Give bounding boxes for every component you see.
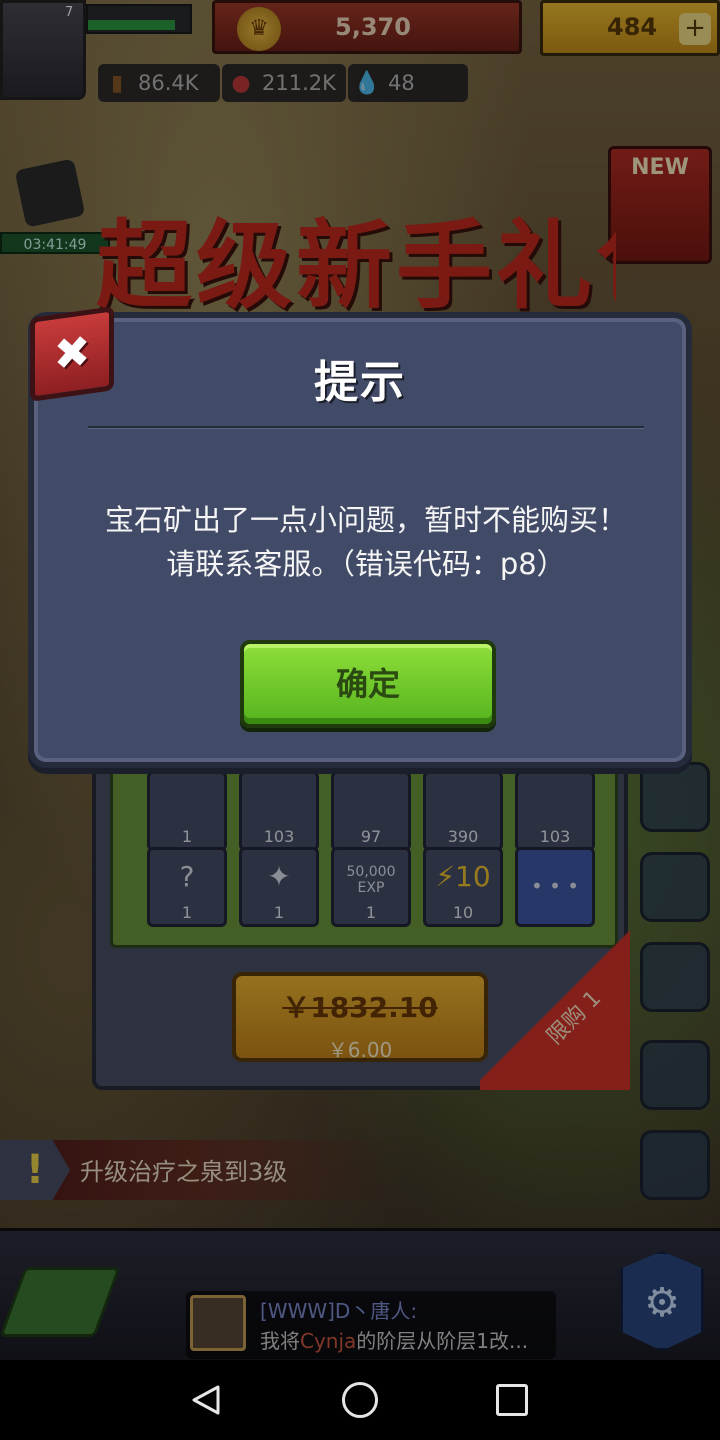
- dialog-message: 宝石矿出了一点小问题，暂时不能购买！ 请联系客服。（错误代码：p8）: [54, 498, 678, 586]
- back-icon[interactable]: [190, 1384, 222, 1416]
- dialog-title: 提示: [314, 357, 406, 408]
- dialog-divider: [88, 426, 644, 429]
- confirm-button[interactable]: 确定: [240, 640, 496, 728]
- dialog-message-line-1: 宝石矿出了一点小问题，暂时不能购买！: [104, 503, 627, 537]
- home-icon[interactable]: [342, 1382, 378, 1418]
- system-nav-bar: [0, 1360, 720, 1440]
- alert-dialog: 提示 宝石矿出了一点小问题，暂时不能购买！ 请联系客服。（错误代码：p8） 确定: [28, 312, 692, 768]
- dialog-message-line-2: 请联系客服。（错误代码：p8）: [166, 547, 566, 581]
- close-icon[interactable]: ✖: [30, 306, 114, 402]
- recent-apps-icon[interactable]: [496, 1384, 528, 1416]
